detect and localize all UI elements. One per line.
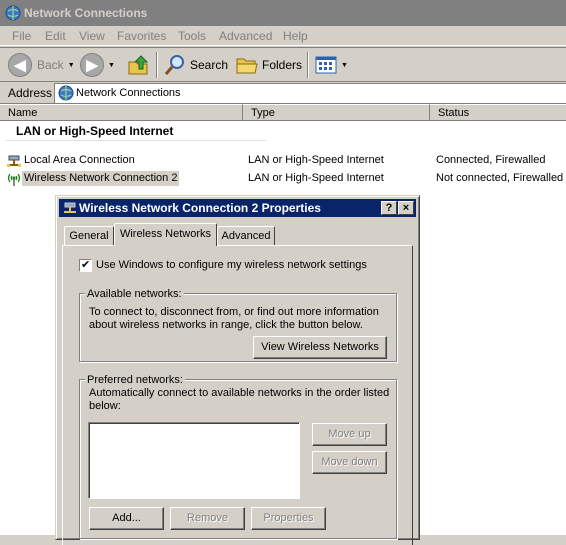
forward-dropdown-icon[interactable]: ▼ [108, 62, 115, 69]
row-name: Local Area Connection [24, 154, 135, 166]
up-folder-button[interactable] [127, 51, 151, 79]
available-networks-line2: about wireless networks in range, click … [89, 319, 363, 331]
column-header-status[interactable]: Status [430, 104, 566, 121]
address-bar: Address Network Connections [0, 82, 566, 104]
up-folder-icon [128, 55, 149, 75]
move-down-button[interactable]: Move down [312, 451, 387, 474]
properties-button[interactable]: Properties [251, 507, 326, 530]
preferred-networks-legend: Preferred networks: [85, 374, 185, 386]
forward-button[interactable]: ▶ ▼ [80, 51, 115, 79]
network-connections-icon [58, 85, 74, 101]
forward-arrow-icon: ▶ [80, 53, 104, 77]
menu-help[interactable]: Help [283, 29, 308, 43]
help-button[interactable]: ? [381, 201, 397, 215]
tab-general[interactable]: General [64, 226, 114, 246]
search-icon [164, 55, 184, 75]
dialog-title: Wireless Network Connection 2 Properties [79, 201, 321, 215]
lan-connection-icon [7, 155, 21, 167]
use-windows-label: Use Windows to configure my wireless net… [96, 259, 367, 271]
menu-advanced[interactable]: Advanced [219, 29, 272, 43]
column-header-name[interactable]: Name [0, 104, 243, 121]
toolbar-separator [156, 52, 158, 78]
row-status: Connected, Firewalled [436, 154, 546, 166]
wireless-connection-icon [7, 173, 21, 186]
group-header: LAN or High-Speed Internet [16, 124, 174, 138]
row-status: Not connected, Firewalled [436, 172, 564, 184]
back-label: Back [37, 58, 64, 72]
toolbar: ◀ Back ▼ ▶ ▼ Search Folders ▼ [0, 47, 566, 82]
connection-icon [64, 202, 76, 213]
close-button[interactable]: × [398, 201, 414, 215]
views-button[interactable]: ▼ [315, 51, 348, 79]
preferred-networks-list[interactable] [88, 422, 300, 499]
menu-tools[interactable]: Tools [178, 29, 206, 43]
row-type: LAN or High-Speed Internet [248, 154, 384, 166]
menu-bar: File Edit View Favorites Tools Advanced … [0, 26, 566, 46]
search-button[interactable]: Search [163, 51, 228, 79]
available-networks-legend: Available networks: [85, 288, 184, 300]
menu-file[interactable]: File [12, 29, 31, 43]
address-label: Address [8, 86, 53, 100]
group-divider [6, 140, 266, 141]
back-dropdown-icon[interactable]: ▼ [68, 62, 75, 69]
row-type: LAN or High-Speed Internet [248, 172, 384, 184]
menu-view[interactable]: View [79, 29, 105, 43]
add-button[interactable]: Add... [89, 507, 164, 530]
back-arrow-icon: ◀ [8, 53, 32, 77]
window-title: Network Connections [24, 6, 148, 20]
address-input[interactable]: Network Connections [54, 83, 566, 103]
use-windows-checkbox[interactable] [79, 258, 92, 272]
list-item[interactable]: Wireless Network Connection 2 LAN or Hig… [0, 170, 566, 187]
address-value: Network Connections [76, 87, 181, 99]
available-networks-line1: To connect to, disconnect from, or find … [89, 306, 379, 318]
row-name: Wireless Network Connection 2 [22, 171, 180, 186]
tab-wireless-networks[interactable]: Wireless Networks [114, 223, 217, 246]
tab-advanced[interactable]: Advanced [217, 226, 275, 246]
folders-icon [236, 58, 258, 74]
dialog-title-bar[interactable]: Wireless Network Connection 2 Properties… [59, 199, 416, 217]
search-label: Search [190, 58, 229, 72]
view-wireless-networks-button[interactable]: View Wireless Networks [253, 336, 387, 359]
back-button[interactable]: ◀ Back ▼ [8, 51, 75, 79]
menu-favorites[interactable]: Favorites [117, 29, 166, 43]
network-connections-icon [5, 5, 21, 21]
toolbar-separator [307, 52, 309, 78]
views-dropdown-icon[interactable]: ▼ [341, 62, 348, 69]
folders-label: Folders [262, 58, 303, 72]
preferred-networks-line2: below: [89, 400, 121, 412]
list-item[interactable]: Local Area Connection LAN or High-Speed … [0, 152, 566, 169]
folders-button[interactable]: Folders [235, 51, 302, 79]
menu-edit[interactable]: Edit [45, 29, 66, 43]
preferred-networks-line1: Automatically connect to available netwo… [89, 387, 390, 399]
views-icon [315, 56, 337, 74]
remove-button[interactable]: Remove [170, 507, 245, 530]
column-header-type[interactable]: Type [243, 104, 430, 121]
move-up-button[interactable]: Move up [312, 423, 387, 446]
window-title-bar[interactable]: Network Connections [0, 0, 566, 26]
